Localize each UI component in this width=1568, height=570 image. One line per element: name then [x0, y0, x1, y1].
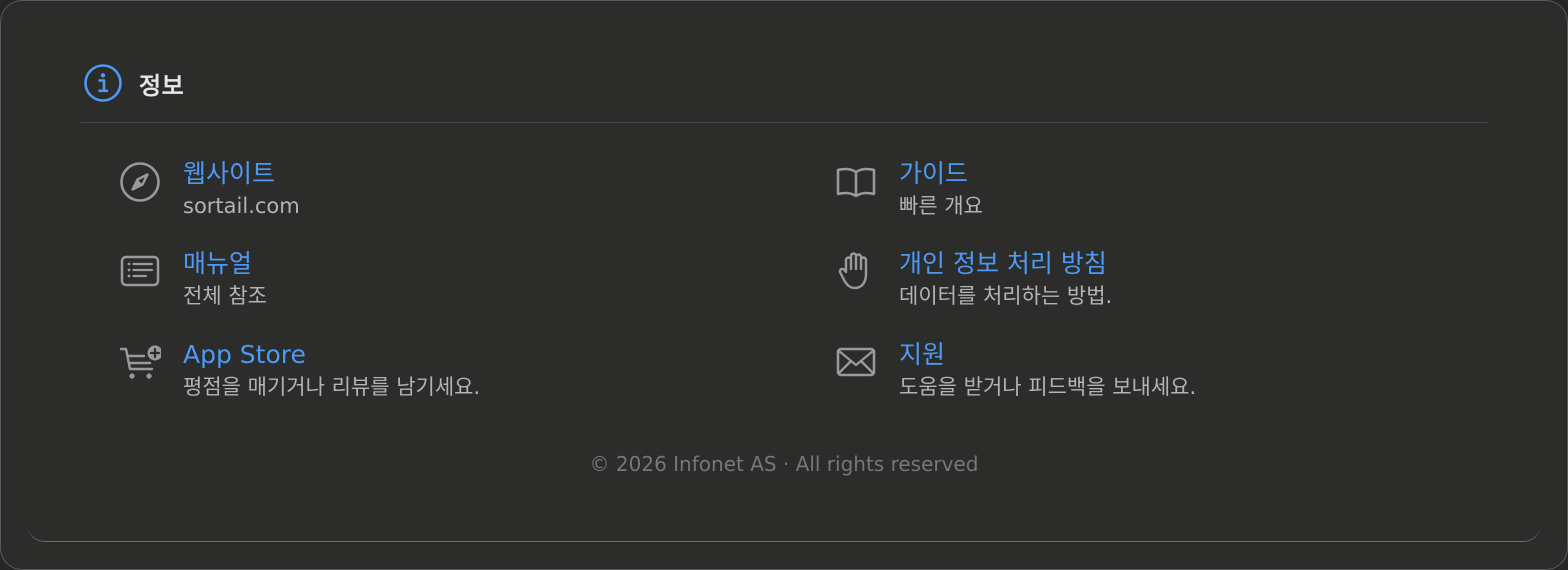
link-privacy-policy-sub: 데이터를 처리하는 방법.	[899, 284, 1113, 308]
link-support-sub: 도움을 받거나 피드백을 보내세요.	[899, 375, 1197, 399]
cart-plus-icon	[119, 345, 161, 379]
link-guide-sub: 빠른 개요	[899, 194, 983, 218]
info-icon	[84, 64, 122, 102]
link-website-label[interactable]: 웹사이트	[183, 159, 300, 189]
section-title: 정보	[139, 71, 185, 100]
section-header: 정보	[83, 63, 184, 103]
section-divider	[81, 122, 1487, 123]
book-icon	[836, 167, 876, 198]
link-privacy-policy-label[interactable]: 개인 정보 처리 방침	[899, 249, 1112, 279]
link-app-store-sub: 평점을 매기거나 리뷰를 남기세요.	[183, 375, 481, 399]
link-app-store-label[interactable]: App Store	[183, 340, 480, 370]
compass-icon	[120, 162, 160, 202]
copyright-footer: © 2026 Infonet AS · All rights reserved	[589, 452, 979, 476]
bottom-edge	[27, 521, 1541, 542]
link-manual-sub: 전체 참조	[183, 284, 267, 308]
hand-raised-icon	[838, 252, 868, 290]
document-list-icon	[120, 255, 160, 287]
link-guide-label[interactable]: 가이드	[899, 159, 983, 189]
link-support-label[interactable]: 지원	[899, 340, 1196, 370]
envelope-icon	[836, 347, 876, 377]
link-website-sub: sortail.com	[183, 194, 300, 218]
about-panel: 정보 웹사이트 sortail.com 가이드 빠른 개요 매뉴얼 전체 참조 …	[0, 0, 1568, 570]
link-manual-label[interactable]: 매뉴얼	[183, 249, 267, 279]
